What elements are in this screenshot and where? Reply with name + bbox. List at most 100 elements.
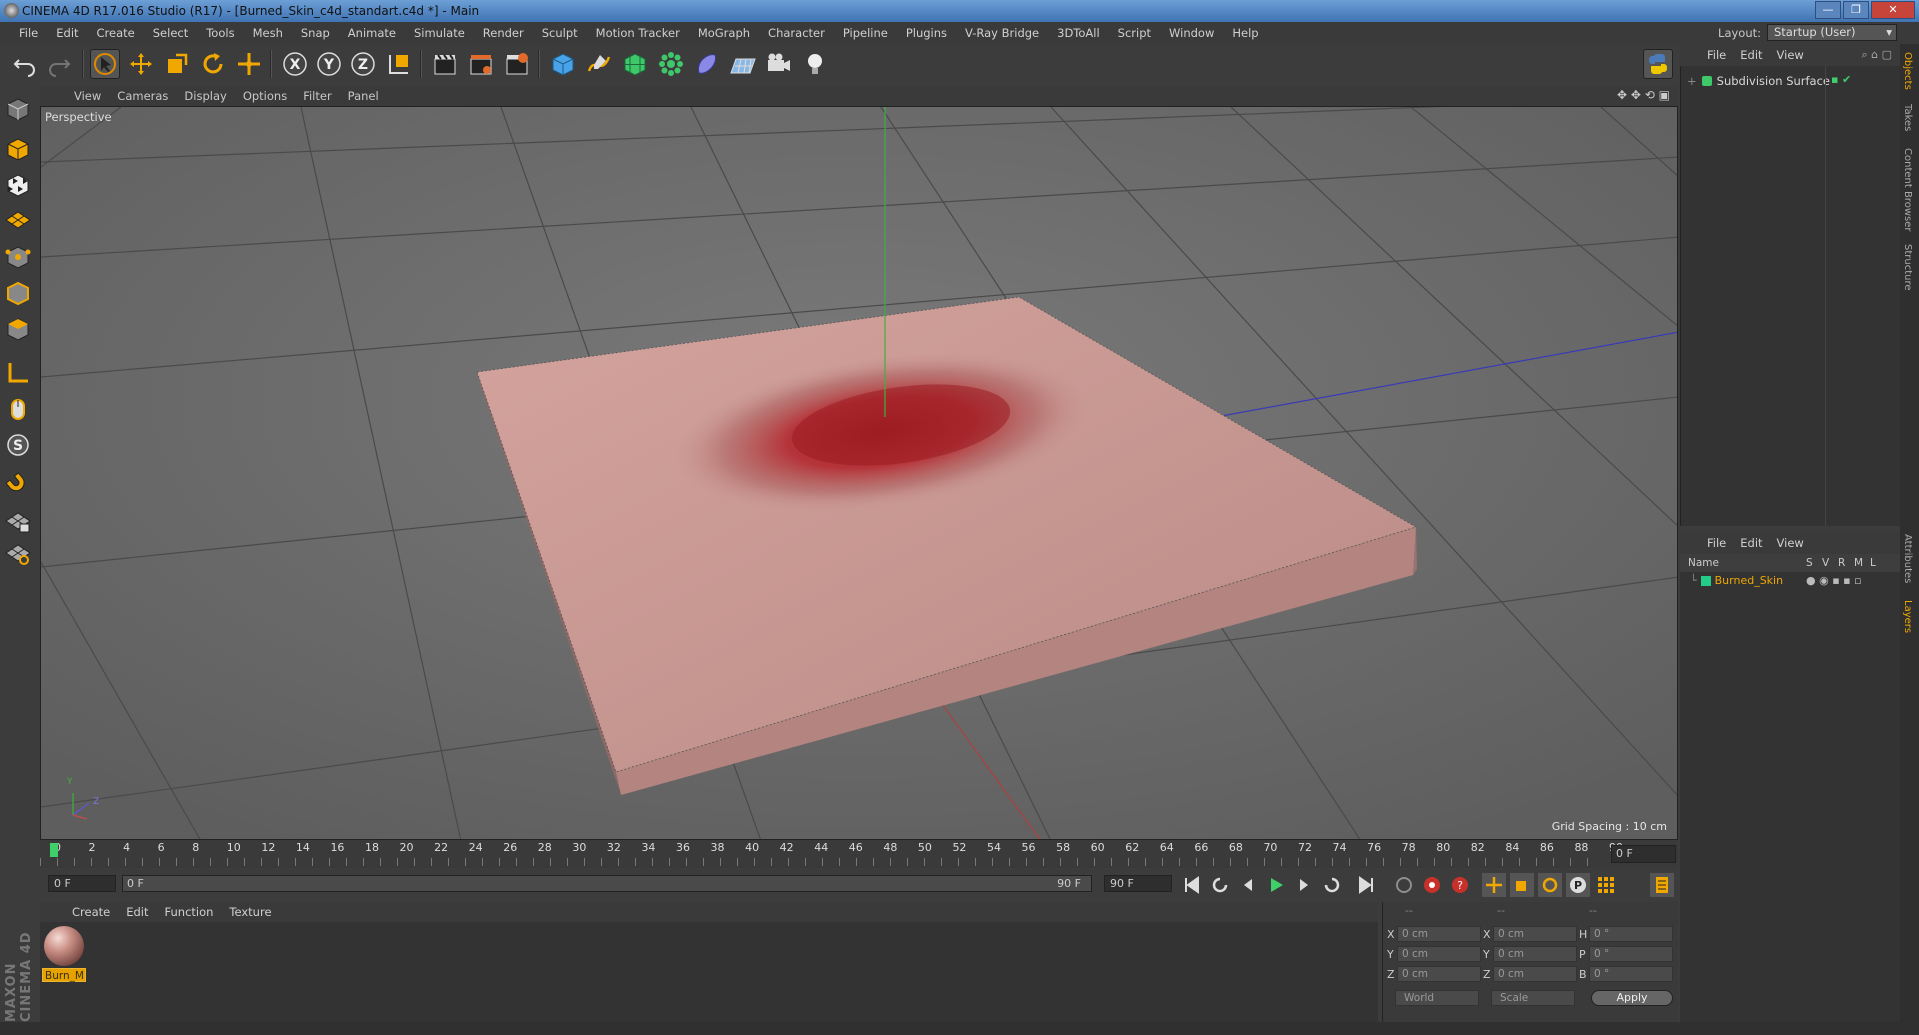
viewport-menu-options[interactable]: Options bbox=[235, 89, 295, 103]
camera-icon[interactable] bbox=[764, 49, 794, 79]
side-tab-layers[interactable]: Layers bbox=[1902, 600, 1913, 633]
material-menu-edit[interactable]: Edit bbox=[118, 905, 156, 919]
menu-tools[interactable]: Tools bbox=[197, 26, 243, 40]
key-pla-icon[interactable] bbox=[1594, 873, 1618, 897]
cube-primitive-icon[interactable] bbox=[548, 49, 578, 79]
grid-lock-icon[interactable] bbox=[3, 506, 33, 536]
coordinate-mode-dropdown[interactable]: World bbox=[1395, 990, 1479, 1006]
menu-mesh[interactable]: Mesh bbox=[244, 26, 292, 40]
render-view-icon[interactable] bbox=[430, 49, 460, 79]
object-manager-search-icon[interactable]: ⌕ ⌂ ▢ bbox=[1861, 48, 1892, 62]
next-key-icon[interactable] bbox=[1320, 873, 1344, 897]
object-menu-edit[interactable]: Edit bbox=[1733, 48, 1769, 62]
timeline-window-icon[interactable] bbox=[1650, 873, 1674, 897]
layer-menu-edit[interactable]: Edit bbox=[1733, 536, 1769, 550]
side-tab-objects[interactable]: Objects bbox=[1902, 52, 1913, 90]
layer-row-burned-skin[interactable]: └ Burned_Skin bbox=[1690, 574, 1783, 587]
side-tab-structure[interactable]: Structure bbox=[1902, 244, 1913, 291]
render-picture-viewer-icon[interactable] bbox=[466, 49, 496, 79]
menu-3dtoall[interactable]: 3DToAll bbox=[1048, 26, 1109, 40]
z-axis-icon[interactable]: Z bbox=[348, 49, 378, 79]
array-icon[interactable] bbox=[656, 49, 686, 79]
start-frame-field[interactable]: 0 F bbox=[48, 875, 116, 892]
select-arrow-icon[interactable] bbox=[90, 49, 120, 79]
expand-icon[interactable]: + bbox=[1687, 74, 1697, 88]
python-icon[interactable] bbox=[1643, 49, 1673, 79]
rotate-icon[interactable] bbox=[198, 49, 228, 79]
rotation-b-field[interactable]: 0 ° bbox=[1589, 966, 1673, 982]
workplane-icon[interactable] bbox=[3, 204, 33, 234]
viewport-menu-display[interactable]: Display bbox=[176, 89, 234, 103]
motion-record-icon[interactable] bbox=[1392, 873, 1416, 897]
viewport-menu-filter[interactable]: Filter bbox=[295, 89, 339, 103]
size-y-field[interactable]: 0 cm bbox=[1493, 946, 1577, 962]
tweak-mode-icon[interactable] bbox=[3, 394, 33, 424]
timeline-playhead[interactable] bbox=[50, 843, 58, 857]
maximize-button[interactable]: ❐ bbox=[1843, 1, 1869, 19]
menu-select[interactable]: Select bbox=[144, 26, 197, 40]
end-frame-field[interactable]: 90 F bbox=[1104, 875, 1172, 892]
redo-icon[interactable] bbox=[44, 49, 74, 79]
object-visibility-check-icon[interactable]: ▪ ✔ bbox=[1831, 73, 1851, 86]
position-x-field[interactable]: 0 cm bbox=[1397, 926, 1481, 942]
viewport-menu-panel[interactable]: Panel bbox=[340, 89, 387, 103]
pen-spline-icon[interactable] bbox=[584, 49, 614, 79]
menu-help[interactable]: Help bbox=[1223, 26, 1267, 40]
previous-key-icon[interactable] bbox=[1208, 873, 1232, 897]
menu-plugins[interactable]: Plugins bbox=[897, 26, 956, 40]
points-mode-icon[interactable] bbox=[3, 242, 33, 272]
layout-dropdown[interactable]: Startup (User) bbox=[1767, 24, 1897, 41]
material-menu-function[interactable]: Function bbox=[157, 905, 222, 919]
size-mode-dropdown[interactable]: Scale bbox=[1491, 990, 1575, 1006]
side-tab-content-browser[interactable]: Content Browser bbox=[1902, 148, 1913, 231]
world-coordinates-icon[interactable] bbox=[384, 49, 414, 79]
viewport-menu-cameras[interactable]: Cameras bbox=[109, 89, 176, 103]
layer-menu-view[interactable]: View bbox=[1770, 536, 1811, 550]
make-editable-icon[interactable] bbox=[3, 94, 33, 124]
material-swatch[interactable]: Burn_M bbox=[42, 924, 86, 982]
floor-icon[interactable] bbox=[728, 49, 758, 79]
previous-frame-icon[interactable] bbox=[1236, 873, 1260, 897]
material-menu-create[interactable]: Create bbox=[64, 905, 118, 919]
go-to-end-icon[interactable] bbox=[1354, 873, 1378, 897]
minimize-button[interactable]: — bbox=[1815, 1, 1841, 19]
menu-file[interactable]: File bbox=[10, 26, 47, 40]
scale-icon[interactable] bbox=[162, 49, 192, 79]
preview-range-slider[interactable]: 0 F 90 F bbox=[122, 875, 1092, 892]
key-rotation-icon[interactable] bbox=[1538, 873, 1562, 897]
object-row-subdivision-surface[interactable]: + Subdivision Surface bbox=[1687, 74, 1830, 88]
menu-motion-tracker[interactable]: Motion Tracker bbox=[587, 26, 689, 40]
edit-render-settings-icon[interactable] bbox=[502, 49, 532, 79]
rotation-h-field[interactable]: 0 ° bbox=[1589, 926, 1673, 942]
live-selection-icon[interactable] bbox=[234, 49, 264, 79]
edges-mode-icon[interactable] bbox=[3, 278, 33, 308]
menu-simulate[interactable]: Simulate bbox=[405, 26, 474, 40]
close-button[interactable]: ✕ bbox=[1871, 1, 1915, 19]
x-axis-icon[interactable]: X bbox=[280, 49, 310, 79]
menu-create[interactable]: Create bbox=[88, 26, 144, 40]
menu-sculpt[interactable]: Sculpt bbox=[533, 26, 587, 40]
axis-mode-icon[interactable] bbox=[3, 358, 33, 388]
viewport-navigation-icons[interactable]: ✥ ✥ ⟲ ▣ bbox=[1617, 88, 1670, 102]
size-x-field[interactable]: 0 cm bbox=[1493, 926, 1577, 942]
menu-snap[interactable]: Snap bbox=[292, 26, 339, 40]
timeline-ruler[interactable]: 0246810121416182022242628303234363840424… bbox=[40, 840, 1678, 868]
rotation-p-field[interactable]: 0 ° bbox=[1589, 946, 1673, 962]
menu-edit[interactable]: Edit bbox=[47, 26, 87, 40]
menu-mograph[interactable]: MoGraph bbox=[689, 26, 759, 40]
menu-script[interactable]: Script bbox=[1109, 26, 1160, 40]
model-mode-icon[interactable] bbox=[3, 134, 33, 164]
menu-window[interactable]: Window bbox=[1160, 26, 1223, 40]
menu-vray-bridge[interactable]: V-Ray Bridge bbox=[956, 26, 1048, 40]
apply-button[interactable]: Apply bbox=[1591, 990, 1673, 1006]
current-frame-field[interactable]: 0 F bbox=[1611, 845, 1676, 863]
side-tab-takes[interactable]: Takes bbox=[1902, 104, 1913, 131]
object-menu-file[interactable]: File bbox=[1700, 48, 1733, 62]
y-axis-icon[interactable]: Y bbox=[314, 49, 344, 79]
key-parameter-icon[interactable]: P bbox=[1566, 873, 1590, 897]
menu-render[interactable]: Render bbox=[474, 26, 533, 40]
material-menu-texture[interactable]: Texture bbox=[221, 905, 279, 919]
object-menu-view[interactable]: View bbox=[1770, 48, 1811, 62]
perspective-viewport[interactable]: Perspective Y Z Grid Spacing : 10 cm bbox=[40, 106, 1678, 840]
position-y-field[interactable]: 0 cm bbox=[1397, 946, 1481, 962]
